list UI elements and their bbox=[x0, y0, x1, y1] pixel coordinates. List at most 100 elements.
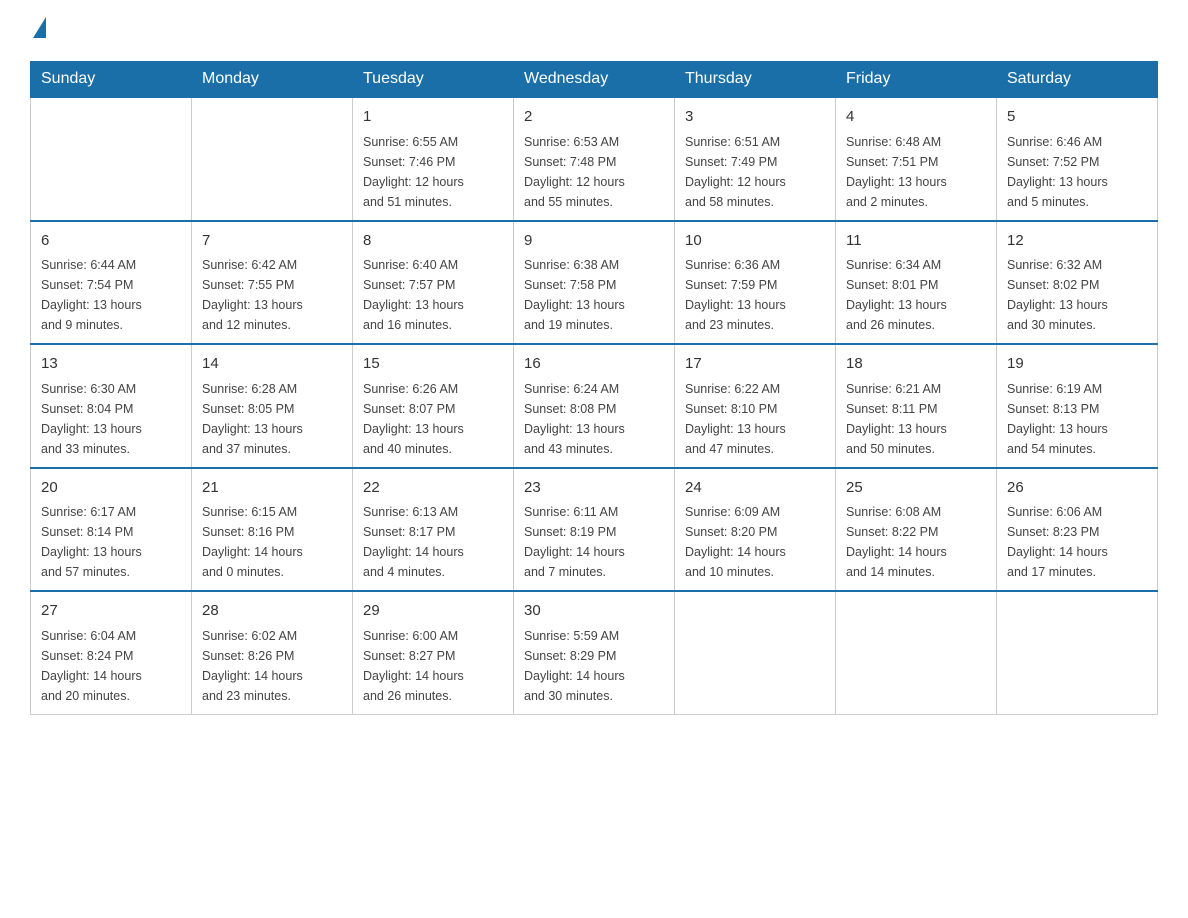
day-number: 3 bbox=[685, 106, 825, 129]
day-number: 8 bbox=[363, 230, 503, 253]
day-number: 17 bbox=[685, 353, 825, 376]
calendar-day-cell: 27 Sunrise: 6:04 AM Sunset: 8:24 PM Dayli… bbox=[31, 591, 192, 714]
day-number: 1 bbox=[363, 106, 503, 129]
calendar-day-cell: 24Sunrise: 6:09 AM Sunset: 8:20 PM Dayli… bbox=[675, 468, 836, 592]
day-number: 9 bbox=[524, 230, 664, 253]
calendar-header-wednesday: Wednesday bbox=[514, 62, 675, 98]
day-number: 10 bbox=[685, 230, 825, 253]
calendar-day-cell: 15Sunrise: 6:26 AM Sunset: 8:07 PM Dayli… bbox=[353, 344, 514, 468]
calendar-day-cell: 3 Sunrise: 6:51 AM Sunset: 7:49 PM Daylig… bbox=[675, 97, 836, 221]
calendar-day-cell: 21Sunrise: 6:15 AM Sunset: 8:16 PM Dayli… bbox=[192, 468, 353, 592]
day-info: Sunrise: 6:44 AM Sunset: 7:54 PM Dayligh… bbox=[41, 255, 181, 335]
day-info: Sunrise: 6:22 AM Sunset: 8:10 PM Dayligh… bbox=[685, 379, 825, 459]
calendar-week-row: 27 Sunrise: 6:04 AM Sunset: 8:24 PM Dayli… bbox=[31, 591, 1158, 714]
day-info: Sunrise: 6:08 AM Sunset: 8:22 PM Dayligh… bbox=[846, 502, 986, 582]
day-info: Sunrise: 6:11 AM Sunset: 8:19 PM Dayligh… bbox=[524, 502, 664, 582]
calendar-day-cell: 30 Sunrise: 5:59 AM Sunset: 8:29 PM Dayli… bbox=[514, 591, 675, 714]
calendar-header-sunday: Sunday bbox=[31, 62, 192, 98]
calendar-header-row: SundayMondayTuesdayWednesdayThursdayFrid… bbox=[31, 62, 1158, 98]
day-number: 26 bbox=[1007, 477, 1147, 500]
day-info: Sunrise: 5:59 AM Sunset: 8:29 PM Dayligh… bbox=[524, 626, 664, 706]
calendar-header-monday: Monday bbox=[192, 62, 353, 98]
day-number: 15 bbox=[363, 353, 503, 376]
day-info: Sunrise: 6:51 AM Sunset: 7:49 PM Dayligh… bbox=[685, 132, 825, 212]
day-number: 24 bbox=[685, 477, 825, 500]
day-number: 19 bbox=[1007, 353, 1147, 376]
day-number: 5 bbox=[1007, 106, 1147, 129]
calendar-day-cell bbox=[192, 97, 353, 221]
calendar-table: SundayMondayTuesdayWednesdayThursdayFrid… bbox=[30, 61, 1158, 715]
day-number: 27 bbox=[41, 600, 181, 623]
calendar-day-cell: 5 Sunrise: 6:46 AM Sunset: 7:52 PM Daylig… bbox=[997, 97, 1158, 221]
day-number: 7 bbox=[202, 230, 342, 253]
day-info: Sunrise: 6:21 AM Sunset: 8:11 PM Dayligh… bbox=[846, 379, 986, 459]
day-number: 20 bbox=[41, 477, 181, 500]
day-number: 16 bbox=[524, 353, 664, 376]
day-info: Sunrise: 6:09 AM Sunset: 8:20 PM Dayligh… bbox=[685, 502, 825, 582]
day-number: 6 bbox=[41, 230, 181, 253]
day-info: Sunrise: 6:13 AM Sunset: 8:17 PM Dayligh… bbox=[363, 502, 503, 582]
day-info: Sunrise: 6:36 AM Sunset: 7:59 PM Dayligh… bbox=[685, 255, 825, 335]
calendar-day-cell bbox=[836, 591, 997, 714]
calendar-day-cell: 23Sunrise: 6:11 AM Sunset: 8:19 PM Dayli… bbox=[514, 468, 675, 592]
day-info: Sunrise: 6:04 AM Sunset: 8:24 PM Dayligh… bbox=[41, 626, 181, 706]
day-number: 11 bbox=[846, 230, 986, 253]
calendar-day-cell: 26Sunrise: 6:06 AM Sunset: 8:23 PM Dayli… bbox=[997, 468, 1158, 592]
logo bbox=[30, 20, 68, 41]
day-info: Sunrise: 6:19 AM Sunset: 8:13 PM Dayligh… bbox=[1007, 379, 1147, 459]
calendar-week-row: 20Sunrise: 6:17 AM Sunset: 8:14 PM Dayli… bbox=[31, 468, 1158, 592]
calendar-day-cell: 1 Sunrise: 6:55 AM Sunset: 7:46 PM Daylig… bbox=[353, 97, 514, 221]
calendar-day-cell: 8Sunrise: 6:40 AM Sunset: 7:57 PM Daylig… bbox=[353, 221, 514, 345]
day-info: Sunrise: 6:28 AM Sunset: 8:05 PM Dayligh… bbox=[202, 379, 342, 459]
day-info: Sunrise: 6:38 AM Sunset: 7:58 PM Dayligh… bbox=[524, 255, 664, 335]
calendar-day-cell: 18 Sunrise: 6:21 AM Sunset: 8:11 PM Dayli… bbox=[836, 344, 997, 468]
day-number: 14 bbox=[202, 353, 342, 376]
logo-triangle-icon bbox=[33, 17, 46, 38]
day-info: Sunrise: 6:32 AM Sunset: 8:02 PM Dayligh… bbox=[1007, 255, 1147, 335]
calendar-day-cell: 19 Sunrise: 6:19 AM Sunset: 8:13 PM Dayli… bbox=[997, 344, 1158, 468]
calendar-header-saturday: Saturday bbox=[997, 62, 1158, 98]
day-info: Sunrise: 6:46 AM Sunset: 7:52 PM Dayligh… bbox=[1007, 132, 1147, 212]
day-number: 12 bbox=[1007, 230, 1147, 253]
calendar-header-tuesday: Tuesday bbox=[353, 62, 514, 98]
day-info: Sunrise: 6:40 AM Sunset: 7:57 PM Dayligh… bbox=[363, 255, 503, 335]
calendar-day-cell: 16 Sunrise: 6:24 AM Sunset: 8:08 PM Dayli… bbox=[514, 344, 675, 468]
calendar-day-cell: 17 Sunrise: 6:22 AM Sunset: 8:10 PM Dayli… bbox=[675, 344, 836, 468]
day-number: 13 bbox=[41, 353, 181, 376]
day-info: Sunrise: 6:02 AM Sunset: 8:26 PM Dayligh… bbox=[202, 626, 342, 706]
calendar-day-cell: 14 Sunrise: 6:28 AM Sunset: 8:05 PM Dayli… bbox=[192, 344, 353, 468]
calendar-day-cell: 11Sunrise: 6:34 AM Sunset: 8:01 PM Dayli… bbox=[836, 221, 997, 345]
calendar-day-cell: 29Sunrise: 6:00 AM Sunset: 8:27 PM Dayli… bbox=[353, 591, 514, 714]
day-info: Sunrise: 6:34 AM Sunset: 8:01 PM Dayligh… bbox=[846, 255, 986, 335]
day-number: 23 bbox=[524, 477, 664, 500]
day-number: 28 bbox=[202, 600, 342, 623]
day-info: Sunrise: 6:30 AM Sunset: 8:04 PM Dayligh… bbox=[41, 379, 181, 459]
calendar-day-cell: 13 Sunrise: 6:30 AM Sunset: 8:04 PM Dayli… bbox=[31, 344, 192, 468]
day-number: 2 bbox=[524, 106, 664, 129]
calendar-day-cell: 25Sunrise: 6:08 AM Sunset: 8:22 PM Dayli… bbox=[836, 468, 997, 592]
calendar-day-cell bbox=[31, 97, 192, 221]
calendar-day-cell: 7Sunrise: 6:42 AM Sunset: 7:55 PM Daylig… bbox=[192, 221, 353, 345]
day-info: Sunrise: 6:53 AM Sunset: 7:48 PM Dayligh… bbox=[524, 132, 664, 212]
day-info: Sunrise: 6:24 AM Sunset: 8:08 PM Dayligh… bbox=[524, 379, 664, 459]
calendar-week-row: 1 Sunrise: 6:55 AM Sunset: 7:46 PM Daylig… bbox=[31, 97, 1158, 221]
day-number: 4 bbox=[846, 106, 986, 129]
page-header bbox=[30, 20, 1158, 41]
calendar-day-cell: 12Sunrise: 6:32 AM Sunset: 8:02 PM Dayli… bbox=[997, 221, 1158, 345]
calendar-header-thursday: Thursday bbox=[675, 62, 836, 98]
calendar-day-cell: 2 Sunrise: 6:53 AM Sunset: 7:48 PM Daylig… bbox=[514, 97, 675, 221]
day-info: Sunrise: 6:00 AM Sunset: 8:27 PM Dayligh… bbox=[363, 626, 503, 706]
day-number: 18 bbox=[846, 353, 986, 376]
day-info: Sunrise: 6:17 AM Sunset: 8:14 PM Dayligh… bbox=[41, 502, 181, 582]
day-number: 30 bbox=[524, 600, 664, 623]
calendar-day-cell bbox=[675, 591, 836, 714]
day-info: Sunrise: 6:42 AM Sunset: 7:55 PM Dayligh… bbox=[202, 255, 342, 335]
day-info: Sunrise: 6:55 AM Sunset: 7:46 PM Dayligh… bbox=[363, 132, 503, 212]
day-info: Sunrise: 6:06 AM Sunset: 8:23 PM Dayligh… bbox=[1007, 502, 1147, 582]
calendar-day-cell: 20Sunrise: 6:17 AM Sunset: 8:14 PM Dayli… bbox=[31, 468, 192, 592]
calendar-day-cell: 28 Sunrise: 6:02 AM Sunset: 8:26 PM Dayli… bbox=[192, 591, 353, 714]
day-number: 25 bbox=[846, 477, 986, 500]
day-info: Sunrise: 6:48 AM Sunset: 7:51 PM Dayligh… bbox=[846, 132, 986, 212]
calendar-header-friday: Friday bbox=[836, 62, 997, 98]
calendar-day-cell: 22Sunrise: 6:13 AM Sunset: 8:17 PM Dayli… bbox=[353, 468, 514, 592]
